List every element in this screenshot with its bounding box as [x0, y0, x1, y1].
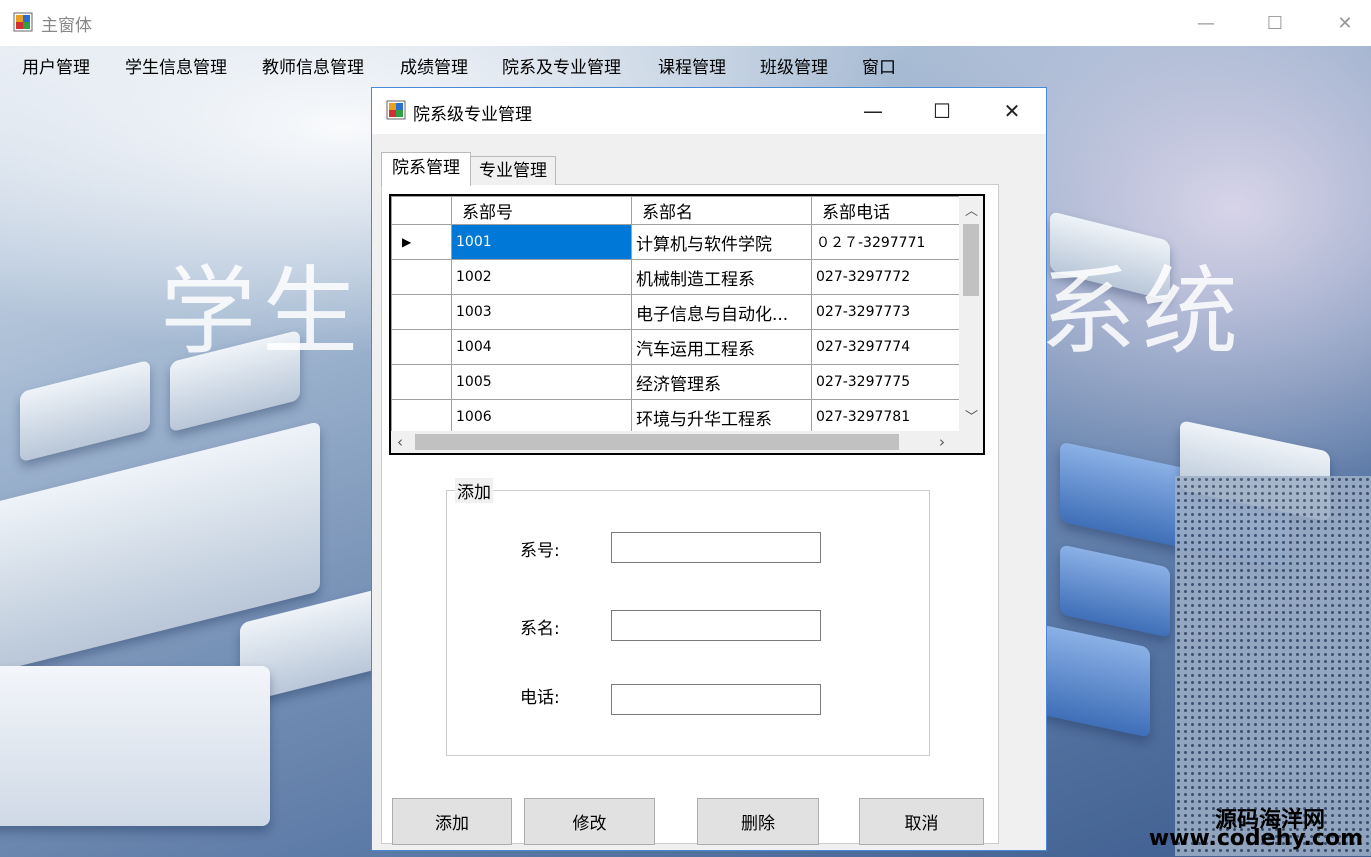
column-header-id[interactable]: 系部号 — [451, 196, 632, 225]
add-group-title: 添加 — [455, 478, 493, 503]
minimize-icon[interactable]: — — [1171, 0, 1241, 46]
keyboard-key — [1060, 544, 1170, 638]
phone-input[interactable] — [611, 684, 821, 715]
table-row[interactable]: 1003 电子信息与自动化... 027-3297773 — [391, 294, 962, 330]
menu-teacher-info[interactable]: 教师信息管理 — [262, 53, 364, 78]
cell-id[interactable]: 1004 — [451, 329, 632, 365]
table-row[interactable]: 1005 经济管理系 027-3297775 — [391, 364, 962, 400]
cell-phone[interactable]: ０２７-3297771 — [811, 224, 962, 260]
dialog-title: 院系级专业管理 — [413, 105, 532, 125]
maximize-icon[interactable]: ☐ — [1240, 0, 1310, 46]
tab-majors[interactable]: 专业管理 — [470, 156, 556, 185]
cell-name[interactable]: 机械制造工程系 — [631, 259, 812, 295]
cell-id[interactable]: 1001 — [451, 224, 632, 260]
row-header[interactable] — [391, 259, 452, 295]
cell-phone[interactable]: 027-3297773 — [811, 294, 962, 330]
menu-bar: 用户管理 学生信息管理 教师信息管理 成绩管理 院系及专业管理 课程管理 班级管… — [0, 46, 1371, 84]
scroll-down-icon[interactable]: ﹀ — [965, 406, 978, 425]
table-row[interactable]: 1006 环境与升华工程系 027-3297781 — [391, 399, 962, 435]
cell-phone[interactable]: 027-3297775 — [811, 364, 962, 400]
row-header[interactable] — [391, 399, 452, 435]
edit-button[interactable]: 修改 — [524, 798, 655, 845]
menu-student-info[interactable]: 学生信息管理 — [125, 53, 227, 78]
column-header-name[interactable]: 系部名 — [631, 196, 812, 225]
cell-name[interactable]: 电子信息与自动化... — [631, 294, 812, 330]
scroll-right-icon[interactable]: › — [939, 433, 945, 451]
grid-header-row: 系部号 系部名 系部电话 — [391, 196, 962, 225]
keyboard-key — [20, 359, 150, 463]
delete-button[interactable]: 删除 — [697, 798, 819, 845]
row-header[interactable] — [391, 364, 452, 400]
dialog-title-bar: 院系级专业管理 — ☐ ✕ — [372, 88, 1046, 134]
grid-corner-cell — [391, 196, 452, 225]
table-row[interactable]: ▶ 1001 计算机与软件学院 ０２７-3297771 — [391, 224, 962, 260]
cell-phone[interactable]: 027-3297781 — [811, 399, 962, 435]
keyboard-key — [1040, 624, 1150, 738]
palm-rest — [0, 666, 270, 826]
row-header[interactable] — [391, 329, 452, 365]
close-icon[interactable]: ✕ — [977, 88, 1047, 134]
close-icon[interactable]: ✕ — [1310, 0, 1371, 46]
cell-phone[interactable]: 027-3297772 — [811, 259, 962, 295]
dept-id-label: 系号: — [520, 541, 560, 561]
department-grid[interactable]: 系部号 系部名 系部电话 ▶ 1001 计算机与软件学院 ０２７-3297771… — [389, 194, 985, 455]
column-header-phone[interactable]: 系部电话 — [811, 196, 962, 225]
dept-name-label: 系名: — [520, 619, 560, 639]
menu-courses[interactable]: 课程管理 — [658, 53, 726, 78]
main-window-title: 主窗体 — [41, 16, 92, 36]
app-icon — [386, 100, 406, 120]
horizontal-scroll-thumb[interactable] — [415, 434, 899, 450]
scroll-left-icon[interactable]: ‹ — [397, 433, 403, 451]
dept-name-input[interactable] — [611, 610, 821, 641]
maximize-icon[interactable]: ☐ — [907, 88, 977, 134]
row-header[interactable] — [391, 294, 452, 330]
menu-user-management[interactable]: 用户管理 — [22, 53, 90, 78]
watermark-url: www.codehy.com — [1148, 826, 1363, 851]
vertical-scrollbar[interactable]: ︿ ﹀ — [959, 196, 983, 431]
app-icon — [13, 12, 33, 32]
phone-label: 电话: — [520, 688, 560, 708]
cell-id[interactable]: 1003 — [451, 294, 632, 330]
cell-id[interactable]: 1002 — [451, 259, 632, 295]
row-indicator-icon: ▶ — [391, 224, 452, 260]
cell-name[interactable]: 计算机与软件学院 — [631, 224, 812, 260]
department-dialog: 院系级专业管理 — ☐ ✕ 院系管理 专业管理 系部号 系部名 系部电话 ▶ 1… — [371, 87, 1047, 851]
background-title-right: 系统 — [1040, 256, 1244, 368]
menu-classes[interactable]: 班级管理 — [760, 53, 828, 78]
main-title-bar: 主窗体 — ☐ ✕ — [0, 0, 1371, 46]
speaker-grille — [1175, 476, 1371, 856]
menu-window[interactable]: 窗口 — [862, 53, 896, 78]
dept-id-input[interactable] — [611, 532, 821, 563]
menu-departments[interactable]: 院系及专业管理 — [502, 53, 621, 78]
cancel-button[interactable]: 取消 — [859, 798, 984, 845]
background-title-left: 学生 — [160, 256, 364, 368]
table-row[interactable]: 1004 汽车运用工程系 027-3297774 — [391, 329, 962, 365]
menu-grades[interactable]: 成绩管理 — [400, 53, 468, 78]
cell-phone[interactable]: 027-3297774 — [811, 329, 962, 365]
horizontal-scrollbar[interactable]: ‹ › — [391, 431, 983, 453]
cell-name[interactable]: 汽车运用工程系 — [631, 329, 812, 365]
table-row[interactable]: 1002 机械制造工程系 027-3297772 — [391, 259, 962, 295]
tab-departments[interactable]: 院系管理 — [381, 152, 471, 186]
minimize-icon[interactable]: — — [838, 88, 908, 134]
vertical-scroll-thumb[interactable] — [963, 224, 979, 296]
cell-id[interactable]: 1005 — [451, 364, 632, 400]
scroll-up-icon[interactable]: ︿ — [965, 200, 978, 219]
cell-id[interactable]: 1006 — [451, 399, 632, 435]
add-button[interactable]: 添加 — [392, 798, 512, 845]
cell-name[interactable]: 环境与升华工程系 — [631, 399, 812, 435]
cell-name[interactable]: 经济管理系 — [631, 364, 812, 400]
